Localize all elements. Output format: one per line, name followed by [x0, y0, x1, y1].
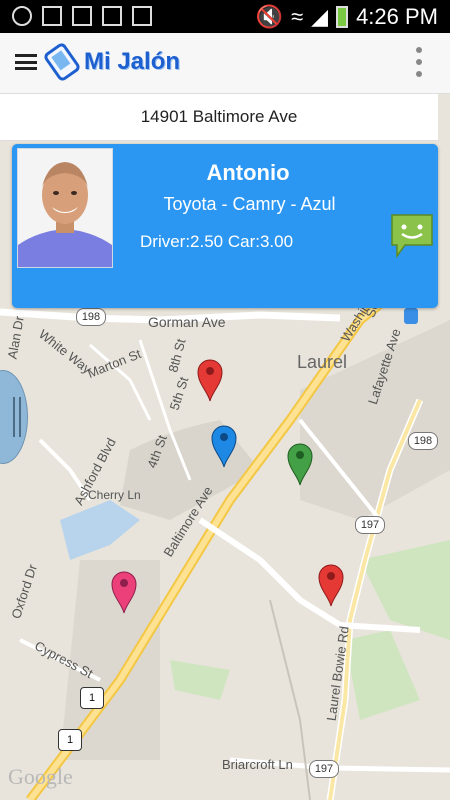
- map-marker-red[interactable]: [317, 559, 345, 607]
- mute-icon: 🔇: [255, 4, 284, 29]
- route-shield: 198: [76, 308, 106, 326]
- route-shield: 1: [58, 729, 82, 751]
- notification-count-icon: [102, 6, 122, 26]
- address-bar: 14901 Baltimore Ave: [0, 94, 438, 141]
- route-shield: 197: [309, 760, 339, 778]
- map-label: Laurel: [297, 352, 348, 372]
- route-shield: 198: [408, 432, 438, 450]
- status-time: 4:26 PM: [356, 4, 438, 29]
- driver-photo: [17, 148, 113, 268]
- battery-icon: [336, 6, 349, 28]
- train-icon: [404, 308, 418, 324]
- app-logo-icon[interactable]: [42, 42, 82, 82]
- driver-card[interactable]: Antonio Toyota - Camry - Azul Driver:2.5…: [12, 144, 438, 308]
- sd-card-icon: [132, 6, 152, 26]
- map-marker-blue[interactable]: [210, 420, 238, 468]
- overflow-menu-icon[interactable]: [416, 47, 422, 77]
- driver-ratings: Driver:2.50 Car:3.00: [140, 232, 294, 251]
- map-marker-green[interactable]: [286, 438, 314, 486]
- image-icon: [42, 6, 62, 26]
- gps-icon: [12, 6, 32, 26]
- menu-icon[interactable]: [15, 54, 37, 70]
- signal-icon: ◢: [311, 4, 329, 29]
- status-bar: 🔇 ≈ ◢ 4:26 PM: [0, 0, 450, 33]
- notification-icons: [12, 6, 152, 26]
- wifi-icon: ≈: [291, 4, 304, 29]
- map-label: Briarcroft Ln: [222, 757, 293, 772]
- map-marker-red[interactable]: [196, 354, 224, 402]
- message-icon[interactable]: [389, 212, 435, 260]
- driver-name: Antonio: [206, 160, 290, 185]
- app-title: Mi Jalón: [84, 48, 181, 75]
- app-bar: Mi Jalón: [0, 33, 450, 94]
- map-marker-pink[interactable]: [110, 566, 138, 614]
- map-label: Gorman Ave: [148, 314, 226, 330]
- route-shield: 197: [355, 516, 385, 534]
- route-shield: 1: [80, 687, 104, 709]
- google-attribution: Google: [8, 764, 73, 789]
- car-info: Toyota - Camry - Azul: [163, 194, 336, 214]
- map-label: Cherry Ln: [88, 488, 141, 502]
- flipboard-icon: [72, 6, 92, 26]
